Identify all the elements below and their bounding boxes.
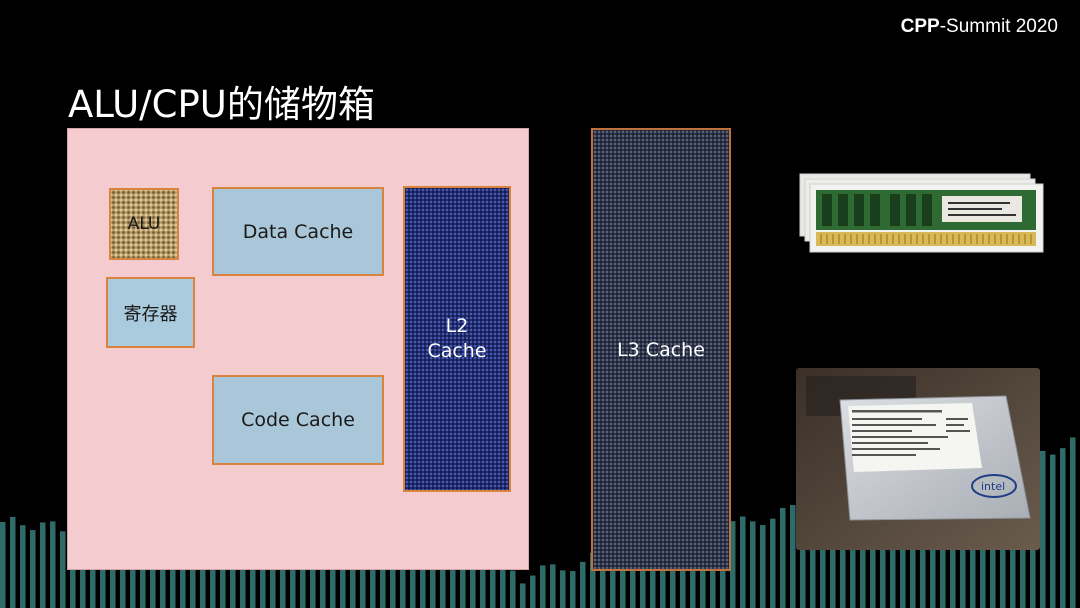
decorative-bar <box>50 521 56 608</box>
decorative-bar <box>570 571 576 608</box>
intel-logo-text: intel <box>981 480 1005 493</box>
decorative-bar <box>770 518 776 608</box>
l2-label-line2: Cache <box>427 340 487 362</box>
ram-modules-image <box>799 173 1044 253</box>
l2-label-line1: L2 <box>445 315 469 337</box>
alu-label: ALU <box>127 214 161 234</box>
decorative-bar <box>1040 450 1046 608</box>
decorative-bar <box>530 575 536 608</box>
decorative-bar <box>550 564 556 608</box>
decorative-bar <box>740 516 746 608</box>
decorative-bar <box>30 530 36 608</box>
decorative-bar <box>470 567 476 608</box>
brand-logo: CPP-Summit 2020 <box>901 16 1058 38</box>
decorative-bar <box>790 505 796 608</box>
data-cache-block: Data Cache <box>212 187 384 276</box>
decorative-bar <box>1070 437 1076 608</box>
slide: CPP-Summit 2020 ALU/CPU的储物箱 ALU 寄存器 Data… <box>0 0 1080 608</box>
decorative-bar <box>60 531 66 608</box>
decorative-bar <box>1050 454 1056 608</box>
decorative-bar <box>1060 448 1066 608</box>
l3-cache-block: L3 Cache <box>591 128 731 571</box>
l2-cache-block: L2 Cache <box>403 186 511 492</box>
decorative-bar <box>40 522 46 608</box>
decorative-bar <box>560 570 566 608</box>
decorative-bar <box>540 565 546 608</box>
decorative-bar <box>500 565 506 608</box>
alu-block: ALU <box>109 188 179 260</box>
slide-title: ALU/CPU的储物箱 <box>68 83 375 126</box>
l3-cache-label: L3 Cache <box>617 338 705 361</box>
decorative-bar <box>10 516 16 608</box>
decorative-bar <box>780 507 786 608</box>
decorative-bar <box>760 525 766 608</box>
code-cache-block: Code Cache <box>212 375 384 465</box>
decorative-bar <box>0 522 6 608</box>
decorative-bar <box>520 583 526 608</box>
registers-label: 寄存器 <box>123 303 178 325</box>
data-cache-label: Data Cache <box>242 220 354 243</box>
decorative-bar <box>580 561 586 608</box>
decorative-bar <box>20 525 26 608</box>
brand-bold: CPP <box>900 16 940 37</box>
decorative-bar <box>510 570 516 608</box>
code-cache-label: Code Cache <box>241 409 355 431</box>
registers-block: 寄存器 <box>106 277 195 348</box>
decorative-bar <box>750 521 756 608</box>
brand-rest: -Summit 2020 <box>939 16 1058 37</box>
ssd-image: intel <box>796 368 1040 550</box>
